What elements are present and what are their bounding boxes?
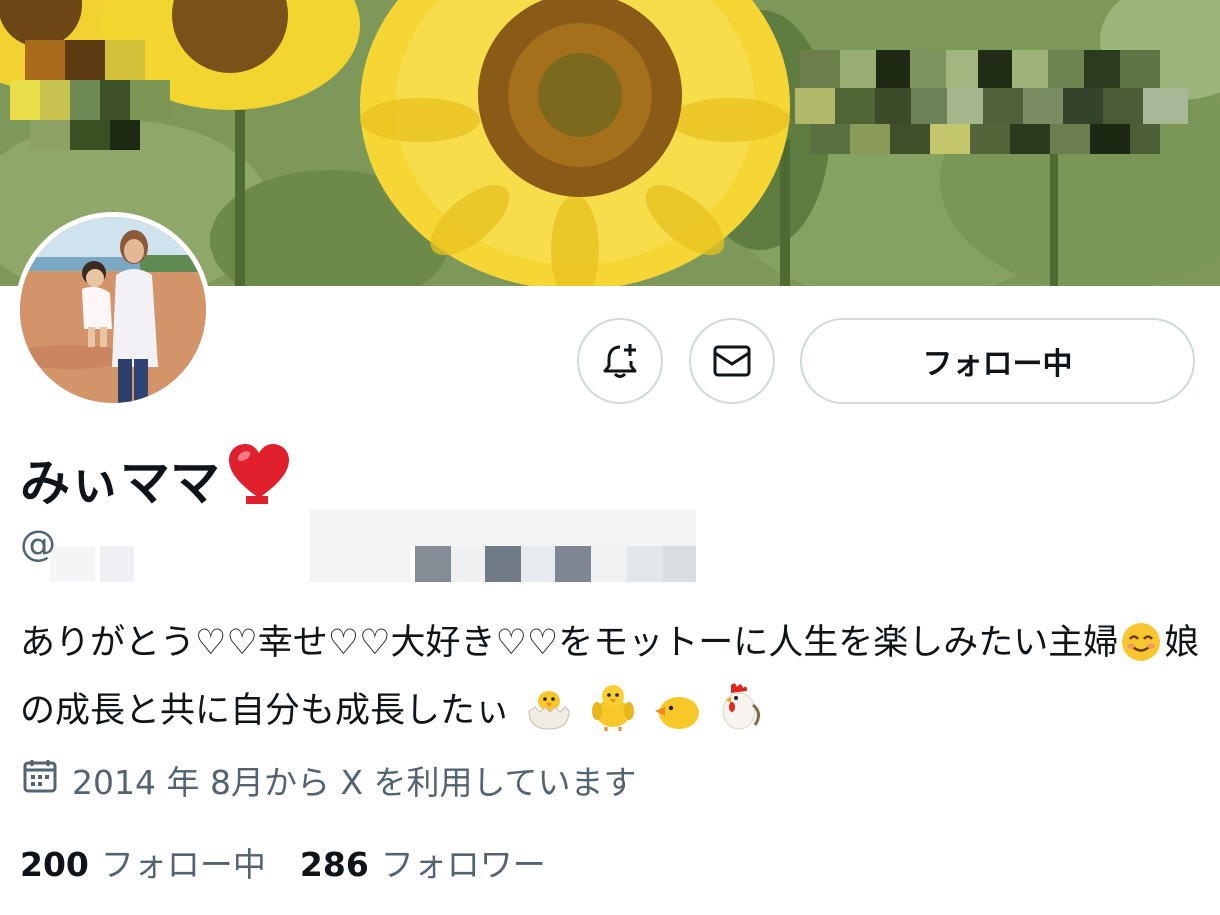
handle-redaction [50, 510, 696, 582]
handle: @ [20, 510, 700, 582]
avatar[interactable] [15, 212, 211, 408]
baby-chick-emoji-icon [651, 691, 701, 749]
bio: ありがとう♡♡幸せ♡♡大好き♡♡をモットーに人生を楽しみたい主婦 娘の成長と共に自… [20, 614, 1205, 749]
following-label: フォロー中 [100, 845, 266, 884]
following-link[interactable]: 200 フォロー中 [20, 838, 266, 886]
followers-link[interactable]: 286 フォロワー [300, 838, 546, 886]
red-heart-emoji-icon [226, 440, 292, 518]
bell-plus-icon [603, 344, 637, 378]
smiling-face-emoji-icon [1120, 621, 1162, 681]
handle-at-sign: @ [20, 524, 56, 565]
front-facing-chick-emoji-icon [590, 683, 636, 749]
message-button[interactable] [689, 318, 775, 404]
bio-text-part1: ありがとう♡♡幸せ♡♡大好き♡♡をモットーに人生を楽しみたい主婦 [20, 623, 1119, 663]
calendar-icon [22, 758, 58, 802]
display-name: みぃママ [20, 440, 292, 518]
rooster-emoji-icon [717, 681, 761, 749]
joined-date: 2014 年 8月から X を利用しています [22, 756, 637, 804]
hatching-chick-emoji-icon [523, 687, 575, 749]
following-count: 200 [20, 845, 89, 884]
envelope-icon [713, 345, 751, 377]
followers-label: フォロワー [380, 845, 546, 884]
notifications-button[interactable] [577, 318, 663, 404]
followers-count: 286 [299, 845, 369, 884]
display-name-text: みぃママ [20, 454, 220, 512]
following-button[interactable]: フォロー中 [800, 318, 1195, 404]
follow-stats: 200 フォロー中 286 フォロワー [20, 838, 580, 886]
avatar-photo [20, 217, 206, 403]
joined-text: 2014 年 8月から X を利用しています [72, 763, 637, 802]
